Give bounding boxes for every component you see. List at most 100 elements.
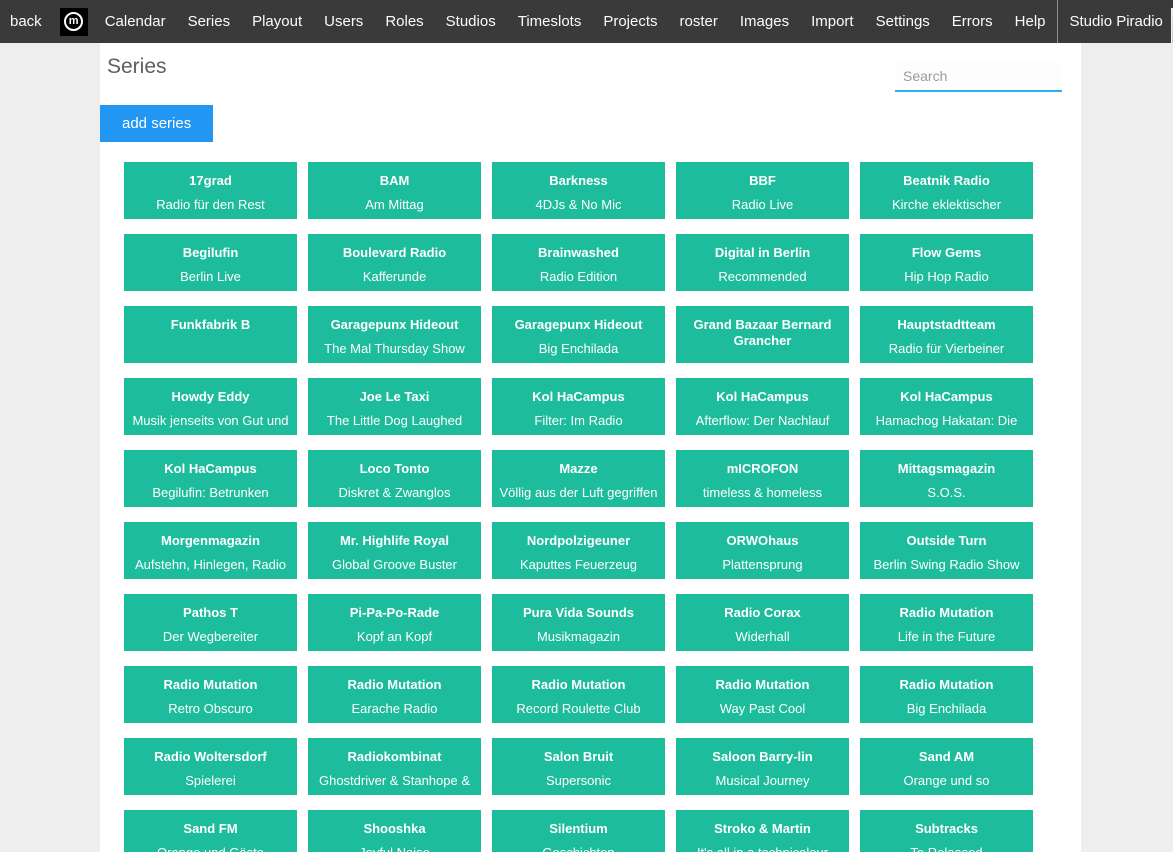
- nav-item-import[interactable]: Import: [800, 0, 865, 43]
- series-card[interactable]: 17gradRadio für den Rest: [124, 162, 297, 219]
- series-card[interactable]: Digital in BerlinRecommended: [676, 234, 849, 291]
- series-card-subtitle: Kirche eklektischer: [863, 197, 1030, 213]
- series-card[interactable]: Radio MutationLife in the Future: [860, 594, 1033, 651]
- series-card[interactable]: SubtracksTo Released: [860, 810, 1033, 852]
- series-card[interactable]: Flow GemsHip Hop Radio: [860, 234, 1033, 291]
- nav-item-playout[interactable]: Playout: [241, 0, 313, 43]
- series-card-subtitle: timeless & homeless: [679, 485, 846, 501]
- series-card-title: Radio Mutation: [127, 677, 294, 693]
- series-card[interactable]: Funkfabrik B: [124, 306, 297, 363]
- series-card-subtitle: Plattensprung: [679, 557, 846, 573]
- series-card-subtitle: Berlin Swing Radio Show: [863, 557, 1030, 573]
- series-card[interactable]: Radio WoltersdorfSpielerei: [124, 738, 297, 795]
- series-card[interactable]: Shooshka Joyful Noise: [308, 810, 481, 852]
- nav-item-series[interactable]: Series: [177, 0, 242, 43]
- studio-select[interactable]: Studio Piradio: [1057, 0, 1173, 43]
- add-series-button[interactable]: add series: [100, 105, 213, 142]
- series-card-subtitle: Orange und Gäste: [127, 845, 294, 852]
- series-card-title: Shooshka: [311, 821, 478, 837]
- series-card-title: Howdy Eddy: [127, 389, 294, 405]
- series-card-subtitle: To Released: [863, 845, 1030, 852]
- series-card[interactable]: BBFRadio Live: [676, 162, 849, 219]
- series-card[interactable]: Howdy Eddy Musik jenseits von Gut und: [124, 378, 297, 435]
- series-card[interactable]: Outside Turn Berlin Swing Radio Show: [860, 522, 1033, 579]
- series-card-title: Radio Mutation: [495, 677, 662, 693]
- nav-item-users[interactable]: Users: [313, 0, 374, 43]
- series-card-title: Garagepunx Hideout: [495, 317, 662, 333]
- series-card[interactable]: MazzeVöllig aus der Luft gegriffen: [492, 450, 665, 507]
- series-card-subtitle: The Little Dog Laughed: [311, 413, 478, 429]
- series-card[interactable]: Kol HaCampusFilter: Im Radio: [492, 378, 665, 435]
- series-card-subtitle: Record Roulette Club: [495, 701, 662, 717]
- series-card[interactable]: Radio MutationWay Past Cool: [676, 666, 849, 723]
- series-card[interactable]: Mittagsmagazin S.O.S.: [860, 450, 1033, 507]
- series-card[interactable]: Grand Bazaar Bernard Grancher: [676, 306, 849, 363]
- nav-item-calendar[interactable]: Calendar: [94, 0, 177, 43]
- series-card[interactable]: Sand AMOrange und so: [860, 738, 1033, 795]
- series-card[interactable]: BrainwashedRadio Edition: [492, 234, 665, 291]
- series-card-subtitle: Hamachog Hakatan: Die: [863, 413, 1030, 429]
- page-title: Series: [107, 55, 167, 79]
- nav-item-back[interactable]: back: [0, 13, 54, 30]
- search-input[interactable]: [895, 62, 1062, 92]
- series-card[interactable]: SilentiumGeschichten: [492, 810, 665, 852]
- series-card-subtitle: S.O.S.: [863, 485, 1030, 501]
- series-card[interactable]: HauptstadtteamRadio für Vierbeiner: [860, 306, 1033, 363]
- series-card[interactable]: Pura Vida SoundsMusikmagazin: [492, 594, 665, 651]
- nav-item-images[interactable]: Images: [729, 0, 800, 43]
- series-card-subtitle: Kafferunde: [311, 269, 478, 285]
- nav-item-errors[interactable]: Errors: [941, 0, 1004, 43]
- series-card[interactable]: Stroko & MartinIt's all in a technicolou…: [676, 810, 849, 852]
- nav-item-roles[interactable]: Roles: [374, 0, 434, 43]
- series-card[interactable]: Garagepunx HideoutBig Enchilada: [492, 306, 665, 363]
- series-card[interactable]: NordpolzigeunerKaputtes Feuerzeug: [492, 522, 665, 579]
- series-card-subtitle: Musik jenseits von Gut und: [127, 413, 294, 429]
- nav-item-projects[interactable]: Projects: [592, 0, 668, 43]
- series-card[interactable]: BAMAm Mittag: [308, 162, 481, 219]
- series-card-subtitle: Berlin Live: [127, 269, 294, 285]
- series-card[interactable]: Radio Mutation Record Roulette Club: [492, 666, 665, 723]
- nav-item-timeslots[interactable]: Timeslots: [507, 0, 593, 43]
- series-card[interactable]: Kol HaCampusHamachog Hakatan: Die: [860, 378, 1033, 435]
- series-card[interactable]: Pathos TDer Wegbereiter: [124, 594, 297, 651]
- series-card[interactable]: Radio CoraxWiderhall: [676, 594, 849, 651]
- series-card-title: mICROFON: [679, 461, 846, 477]
- series-card-title: Pi-Pa-Po-Rade: [311, 605, 478, 621]
- series-card[interactable]: Beatnik RadioKirche eklektischer: [860, 162, 1033, 219]
- series-card-title: Kol HaCampus: [679, 389, 846, 405]
- series-card[interactable]: Pi-Pa-Po-RadeKopf an Kopf: [308, 594, 481, 651]
- series-card-title: ORWOhaus: [679, 533, 846, 549]
- series-card-title: Mittagsmagazin: [863, 461, 1030, 477]
- series-card-subtitle: Joyful Noise: [311, 845, 478, 852]
- nav-item-settings[interactable]: Settings: [865, 0, 941, 43]
- app-logo-icon[interactable]: m: [60, 8, 88, 36]
- series-card[interactable]: MorgenmagazinAufstehn, Hinlegen, Radio: [124, 522, 297, 579]
- series-card-subtitle: Life in the Future: [863, 629, 1030, 645]
- series-card-title: Outside Turn: [863, 533, 1030, 549]
- series-card[interactable]: Loco TontoDiskret & Zwanglos: [308, 450, 481, 507]
- series-card[interactable]: Salon BruitSupersonic: [492, 738, 665, 795]
- series-card[interactable]: Kol HaCampusBegilufin: Betrunken: [124, 450, 297, 507]
- series-card[interactable]: Sand FMOrange und Gäste: [124, 810, 297, 852]
- series-card[interactable]: Garagepunx HideoutThe Mal Thursday Show: [308, 306, 481, 363]
- series-card-title: Stroko & Martin: [679, 821, 846, 837]
- series-card[interactable]: Boulevard Radio Kafferunde: [308, 234, 481, 291]
- series-card[interactable]: Joe Le TaxiThe Little Dog Laughed: [308, 378, 481, 435]
- series-card[interactable]: Kol HaCampusAfterflow: Der Nachlauf: [676, 378, 849, 435]
- series-card[interactable]: Saloon Barry-linMusical Journey: [676, 738, 849, 795]
- series-card[interactable]: Mr. Highlife RoyalGlobal Groove Buster: [308, 522, 481, 579]
- series-card-title: Pathos T: [127, 605, 294, 621]
- nav-item-studios[interactable]: Studios: [435, 0, 507, 43]
- series-card[interactable]: ORWOhaus Plattensprung: [676, 522, 849, 579]
- series-card[interactable]: mICROFON timeless & homeless: [676, 450, 849, 507]
- series-card[interactable]: BegilufinBerlin Live: [124, 234, 297, 291]
- series-card[interactable]: Barkness4DJs & No Mic: [492, 162, 665, 219]
- series-card-title: Loco Tonto: [311, 461, 478, 477]
- series-card[interactable]: Radio MutationEarache Radio: [308, 666, 481, 723]
- nav-item-roster[interactable]: roster: [669, 0, 729, 43]
- series-card[interactable]: Radio MutationRetro Obscuro: [124, 666, 297, 723]
- series-card-title: Boulevard Radio: [311, 245, 478, 261]
- series-card[interactable]: RadiokombinatGhostdriver & Stanhope &: [308, 738, 481, 795]
- series-card[interactable]: Radio MutationBig Enchilada: [860, 666, 1033, 723]
- nav-item-help[interactable]: Help: [1004, 0, 1057, 43]
